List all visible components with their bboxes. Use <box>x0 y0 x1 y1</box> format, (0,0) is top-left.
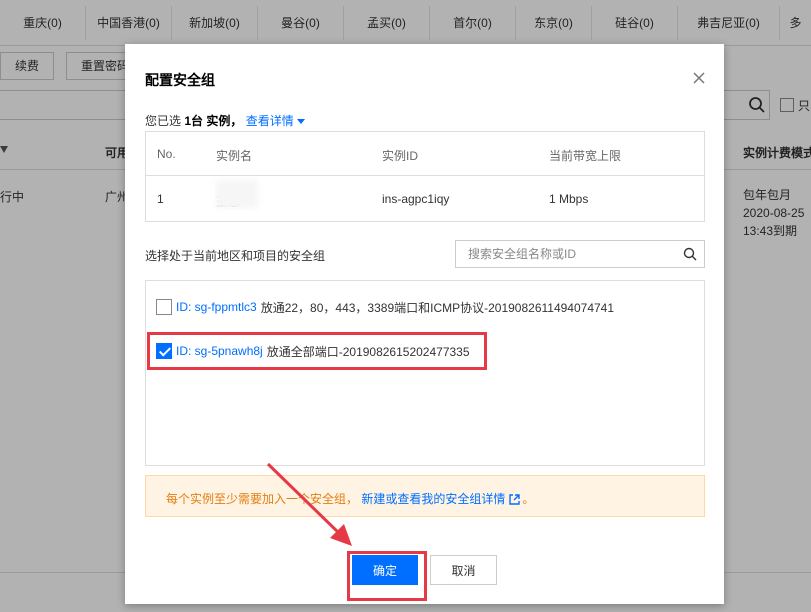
warning-text: 每个实例至少需要加入一个安全组， 新建或查看我的安全组详情 。 <box>166 490 534 507</box>
selected-prefix: 您已选 <box>145 114 182 128</box>
selected-summary: 您已选 1台 实例， 查看详情 <box>145 112 305 129</box>
selected-count: 1台 <box>184 114 204 128</box>
confirm-highlight-box <box>347 551 427 601</box>
td-no: 1 <box>157 192 164 206</box>
selected-item-highlight-box <box>147 332 487 370</box>
security-group-list: ID: sg-fppmtlc3 放通22，80，443，3389端口和ICMP协… <box>145 280 705 466</box>
security-group-modal: 配置安全组 您已选 1台 实例， 查看详情 No. 实例名 实例ID 当前带宽上… <box>125 44 724 604</box>
name-blur-mask <box>216 180 258 208</box>
manage-security-groups-link[interactable]: 新建或查看我的安全组详情 <box>361 492 505 506</box>
instance-table-head: No. 实例名 实例ID 当前带宽上限 <box>146 132 704 176</box>
choose-security-group-label: 选择处于当前地区和项目的安全组 <box>145 249 326 263</box>
caret-down-icon[interactable] <box>296 119 305 125</box>
security-group-id[interactable]: ID: sg-fppmtlc3 <box>176 300 257 314</box>
selected-suffix: 实例， <box>206 114 243 128</box>
cancel-button[interactable]: 取消 <box>430 555 497 585</box>
security-group-search-input[interactable] <box>455 240 705 268</box>
warning-message: 每个实例至少需要加入一个安全组， <box>166 492 359 506</box>
security-group-checkbox[interactable] <box>156 299 172 315</box>
modal-title: 配置安全组 <box>145 72 215 88</box>
close-icon[interactable] <box>691 70 707 86</box>
th-id: 实例ID <box>382 149 419 163</box>
td-instance-id-link[interactable]: ins-agpc1iqy <box>382 192 449 206</box>
external-link-icon[interactable] <box>509 494 521 506</box>
td-bandwidth: 1 Mbps <box>549 192 589 206</box>
instance-table: No. 实例名 实例ID 当前带宽上限 1 王忠 ins-agpc1iqy 1 … <box>145 131 705 222</box>
th-no: No. <box>157 147 176 161</box>
th-bandwidth: 当前带宽上限 <box>549 149 622 163</box>
warning-banner: 每个实例至少需要加入一个安全组， 新建或查看我的安全组详情 。 <box>145 475 705 517</box>
warning-end: 。 <box>522 492 535 506</box>
th-name: 实例名 <box>216 149 253 163</box>
view-details-link[interactable]: 查看详情 <box>246 114 294 128</box>
search-icon[interactable] <box>683 247 697 261</box>
security-group-item[interactable]: ID: sg-fppmtlc3 放通22，80，443，3389端口和ICMP协… <box>156 297 614 317</box>
security-group-desc: 放通22，80，443，3389端口和ICMP协议-20190826114940… <box>260 300 615 315</box>
